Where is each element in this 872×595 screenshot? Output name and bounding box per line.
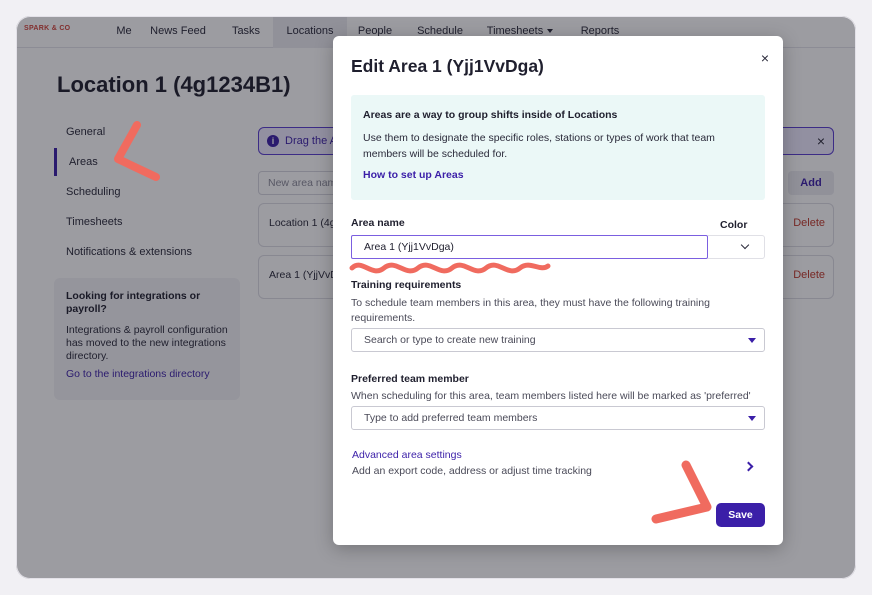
dropdown-arrow-icon xyxy=(748,338,756,343)
advanced-settings-link[interactable]: Advanced area settings xyxy=(352,449,462,461)
chevron-down-icon xyxy=(740,240,750,250)
color-label: Color xyxy=(720,219,748,231)
preferred-help: When scheduling for this area, team memb… xyxy=(351,390,751,402)
callout-body: Use them to designate the specific roles… xyxy=(363,132,715,160)
color-select[interactable] xyxy=(708,235,765,259)
advanced-settings-description: Add an export code, address or adjust ti… xyxy=(352,465,592,477)
training-help: To schedule team members in this area, t… xyxy=(351,297,710,324)
training-placeholder: Search or type to create new training xyxy=(364,334,536,346)
edit-area-modal: Edit Area 1 (Yjj1VvDga) × Areas are a wa… xyxy=(333,36,783,545)
preferred-label: Preferred team member xyxy=(351,373,469,385)
save-button[interactable]: Save xyxy=(716,503,765,527)
training-select[interactable]: Search or type to create new training xyxy=(351,328,765,352)
preferred-placeholder: Type to add preferred team members xyxy=(364,412,538,424)
dropdown-arrow-icon xyxy=(748,416,756,421)
area-name-input[interactable]: Area 1 (Yjj1VvDga) xyxy=(351,235,708,259)
area-name-label: Area name xyxy=(351,217,405,229)
training-label: Training requirements xyxy=(351,279,462,291)
preferred-select[interactable]: Type to add preferred team members xyxy=(351,406,765,430)
areas-callout: Areas are a way to group shifts inside o… xyxy=(351,95,765,200)
app-window: SPARK & CO Me News Feed Tasks Locations … xyxy=(16,16,856,579)
close-icon[interactable]: × xyxy=(761,50,769,66)
chevron-right-icon[interactable] xyxy=(743,461,754,472)
modal-title: Edit Area 1 (Yjj1VvDga) xyxy=(351,56,544,76)
callout-title: Areas are a way to group shifts inside o… xyxy=(363,109,618,121)
setup-areas-link[interactable]: How to set up Areas xyxy=(363,169,753,181)
